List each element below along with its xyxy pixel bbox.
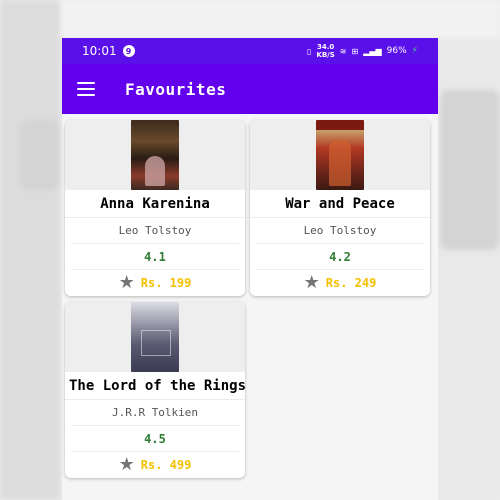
book-cover-area [65,302,245,372]
book-author: Leo Tolstoy [71,218,239,244]
book-card[interactable]: Anna Karenina Leo Tolstoy 4.1 ★ Rs. 199 [65,120,245,296]
book-rating: 4.5 [71,426,239,452]
wifi-icon: ≋ [339,46,347,56]
star-icon: ★ [118,454,135,475]
background-band [0,0,500,38]
vibrate-icon: ▯ [307,46,312,56]
book-price: Rs. 499 [140,458,192,472]
book-title: The Lord of the Rings [65,372,245,400]
status-left: 10:01 9 [82,44,135,58]
book-price-row: ★ Rs. 499 [71,452,239,478]
background-shape [440,90,500,250]
notification-badge: 9 [122,45,135,57]
book-price-row: ★ Rs. 199 [71,270,239,296]
net-speed-value: 34.0 [316,43,335,51]
volte-icon: ⊞ [351,46,359,56]
book-cover-image [131,302,179,372]
book-title: War and Peace [250,190,430,218]
book-author: J.R.R Tolkien [71,400,239,426]
phone-screen: 10:01 9 ▯ 34.0 KB/S ≋ ⊞ ▂▄▆ 96% ⚡ Favour… [62,38,438,500]
book-cover-image [316,120,364,190]
battery-level: 96% [386,46,407,56]
book-price: Rs. 249 [325,276,377,290]
book-cover-area [65,120,245,190]
book-price-row: ★ Rs. 249 [256,270,424,296]
app-bar: Favourites [62,64,438,114]
net-speed: 34.0 KB/S [316,43,334,59]
charging-icon: ⚡ [411,46,418,56]
page-title: Favourites [125,79,227,99]
background-left-strip [0,0,60,500]
book-rating: 4.2 [256,244,424,270]
net-speed-unit: KB/S [316,51,335,59]
book-price: Rs. 199 [140,276,192,290]
star-icon: ★ [303,272,320,293]
book-card[interactable]: War and Peace Leo Tolstoy 4.2 ★ Rs. 249 [250,120,430,296]
star-icon: ★ [118,272,135,293]
status-right: ▯ 34.0 KB/S ≋ ⊞ ▂▄▆ 96% ⚡ [307,43,418,59]
book-card[interactable]: The Lord of the Rings J.R.R Tolkien 4.5 … [65,302,245,478]
status-bar: 10:01 9 ▯ 34.0 KB/S ≋ ⊞ ▂▄▆ 96% ⚡ [62,38,438,64]
book-author: Leo Tolstoy [256,218,424,244]
status-time: 10:01 [82,44,117,58]
book-rating: 4.1 [71,244,239,270]
book-title: Anna Karenina [65,190,245,218]
book-cover-area [250,120,430,190]
signal-icon: ▂▄▆ [363,46,382,56]
background-shape [20,120,60,190]
book-cover-image [131,120,179,190]
hamburger-menu-icon[interactable] [77,82,95,96]
